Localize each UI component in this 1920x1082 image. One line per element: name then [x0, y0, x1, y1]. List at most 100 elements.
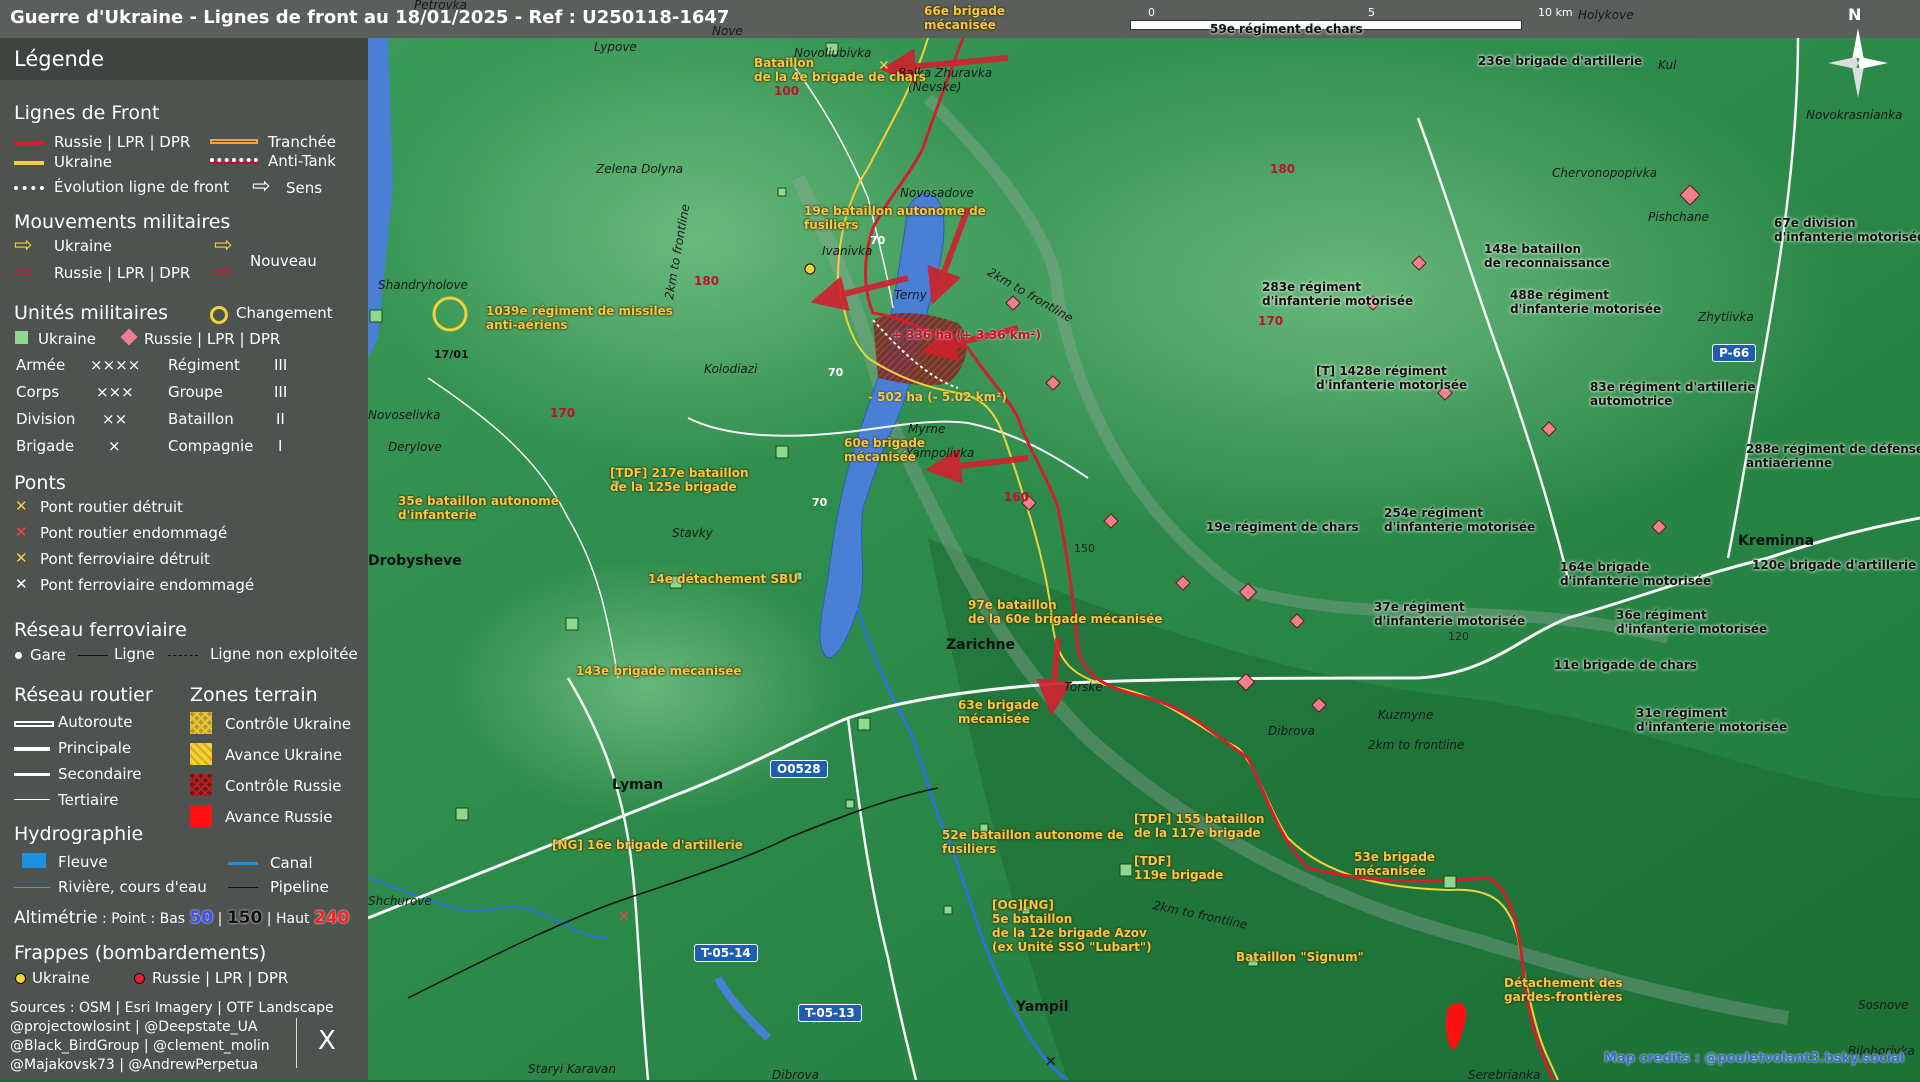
unit-size-brigade-symbol: ×	[108, 437, 121, 455]
town-label: Lyman	[612, 777, 664, 793]
trench-swatch	[210, 139, 258, 144]
unit-size-group: Groupe	[168, 383, 223, 401]
russia-line-swatch	[14, 141, 44, 145]
road-number: 70	[812, 496, 828, 509]
russia-unit-label: 59e régiment de chars	[1210, 22, 1363, 36]
legend-units-russia: Russie | LPR | DPR	[144, 330, 281, 348]
source-line-4: @Majakovsk73 | @AndrewPerpetua	[10, 1057, 259, 1073]
ukraine-advance-swatch	[190, 743, 212, 765]
road-number: 170	[550, 406, 576, 420]
legend-front-title: Lignes de Front	[14, 102, 160, 124]
legend-road-title: Réseau routier	[14, 684, 153, 706]
legend-bridge-3: Pont ferroviaire détruit	[40, 550, 210, 568]
change-circle-icon	[210, 306, 228, 324]
legend-strike-russia: Russie | LPR | DPR	[152, 969, 289, 987]
russia-control-swatch	[190, 774, 212, 796]
legend-front-trench: Tranchée	[268, 133, 337, 151]
town-label: Sosnove	[1858, 998, 1909, 1012]
road-number: 180	[1270, 162, 1296, 176]
road-number: 180	[694, 274, 720, 288]
ukraine-unit-label: 60e brigade mécanisée	[844, 436, 926, 464]
ukraine-unit-square-icon	[15, 331, 28, 344]
map-canvas[interactable]: ✕ ✕ ✕ 0 5 10 km N Petrovka Nove Lypove N…	[368, 0, 1920, 1082]
legend-bridge-2: Pont routier endommagé	[40, 524, 228, 542]
russia-advance-swatch	[190, 805, 212, 827]
russia-unit-label: 83e régiment d'artillerie automotrice	[1590, 380, 1756, 408]
legend-front-evolution: Évolution ligne de front	[54, 178, 230, 196]
legend-zone-russia-control: Contrôle Russie	[225, 777, 342, 795]
legend-hydro-stream: Rivière, cours d'eau	[58, 878, 207, 896]
north-label: N	[1848, 5, 1862, 24]
russia-move-arrow-icon: ⇨	[14, 260, 33, 285]
russia-unit-label: 11e brigade de chars	[1554, 658, 1697, 672]
pipeline-swatch	[228, 887, 258, 888]
russia-unit-label: [T] 1428e régiment d'infanterie motorisé…	[1316, 364, 1468, 392]
town-label: Myrne	[908, 422, 946, 436]
ukraine-unit-label: 143e brigade mécanisée	[576, 664, 742, 678]
alt-title: Altimétrie	[14, 908, 98, 928]
legend-road-highway: Autoroute	[58, 713, 133, 731]
town-label: Kul	[1658, 58, 1677, 72]
legend-rail-line: Ligne	[114, 645, 155, 663]
unit-size-division-symbol: ××	[102, 410, 128, 428]
ukraine-unit-label: 35e bataillon autonome d'infanterie	[398, 494, 559, 522]
town-label: Dibrova	[1268, 724, 1315, 738]
unit-size-corps: Corps	[16, 383, 60, 401]
unit-size-battalion: Bataillon	[168, 410, 234, 428]
ukraine-unit-label: 63e brigade mécanisée	[958, 698, 1040, 726]
road-shield: O0528	[770, 760, 828, 778]
legend-zone-ukraine-control: Contrôle Ukraine	[225, 715, 352, 733]
town-label: Nove	[712, 24, 743, 38]
town-label: Stavky	[672, 526, 713, 540]
strike-ukraine-dot-icon	[15, 973, 26, 984]
x-logo-icon[interactable]: X	[318, 1026, 336, 1056]
unit-size-army: Armée	[16, 356, 66, 374]
north-arrow-icon	[1828, 28, 1888, 98]
ukraine-unit-label: [TDF] 217e bataillon de la 125e brigade	[610, 466, 749, 494]
legend-rail-station: Gare	[30, 646, 66, 664]
town-label: Zhytlivka	[1698, 310, 1754, 324]
town-label: Novokrasnianka	[1806, 108, 1903, 122]
source-line-3: @Black_BirdGroup | @clement_molin	[10, 1038, 270, 1054]
frontline-distance-label: 2km to frontline	[1368, 738, 1465, 752]
town-label: Shandryholove	[378, 278, 468, 292]
russia-unit-label: 120e brigade d'artillerie	[1752, 558, 1917, 572]
strike-ukraine-dot	[804, 263, 816, 275]
rail-unused-swatch	[168, 655, 198, 656]
legend-road-secondary: Secondaire	[58, 765, 142, 783]
russia-unit-label: 254e régiment d'infanterie motorisée	[1384, 506, 1536, 534]
town-label: Terny	[894, 288, 927, 302]
bridge-damaged-marker: ✕	[618, 909, 630, 925]
legend-road-primary: Principale	[58, 739, 132, 757]
ukraine-unit-label: 1039e régiment de missiles anti-aériens	[486, 304, 673, 332]
alt-high: 240	[313, 908, 350, 928]
legend-moves-ukraine: Ukraine	[54, 237, 112, 255]
town-label: Novosadove	[900, 186, 974, 200]
stream-swatch	[14, 887, 50, 888]
scale-start: 0	[1148, 6, 1155, 19]
unit-size-army-symbol: ××××	[90, 356, 141, 374]
town-label: Zelena Dolyna	[596, 162, 684, 176]
russia-unit-label: 236e brigade d'artillerie	[1478, 54, 1643, 68]
town-label: Pishchane	[1648, 210, 1709, 224]
ukraine-unit-label: Détachement des gardes-frontières	[1504, 976, 1623, 1004]
ukraine-unit-label: 53e brigade mécanisée	[1354, 850, 1436, 878]
legend-moves-russia: Russie | LPR | DPR	[54, 264, 191, 282]
unit-size-corps-symbol: ×××	[96, 383, 134, 401]
town-label: Zarichne	[946, 637, 1016, 653]
town-label: Yampil	[1016, 999, 1069, 1015]
legend-strike-ukraine: Ukraine	[32, 969, 90, 987]
legend-panel: Légende Lignes de Front Russie | LPR | D…	[0, 38, 368, 1080]
legend-front-direction: Sens	[286, 179, 323, 197]
legend-units-title: Unités militaires	[14, 302, 169, 324]
ukraine-line-swatch	[14, 161, 44, 165]
town-label: Torske	[1064, 680, 1103, 694]
road-number: 70	[828, 366, 844, 379]
russia-unit-label: 31e régiment d'infanterie motorisée	[1636, 706, 1788, 734]
town-label: Kreminna	[1738, 533, 1815, 549]
legend-zone-ukraine-advance: Avance Ukraine	[225, 746, 343, 764]
legend-front-ukraine: Ukraine	[54, 153, 112, 171]
ukraine-unit-label: [TDF] 119e brigade	[1134, 854, 1224, 882]
new-ukraine-arrow-icon: ⇨	[214, 233, 233, 258]
russia-unit-label: 37e régiment d'infanterie motorisée	[1374, 600, 1526, 628]
